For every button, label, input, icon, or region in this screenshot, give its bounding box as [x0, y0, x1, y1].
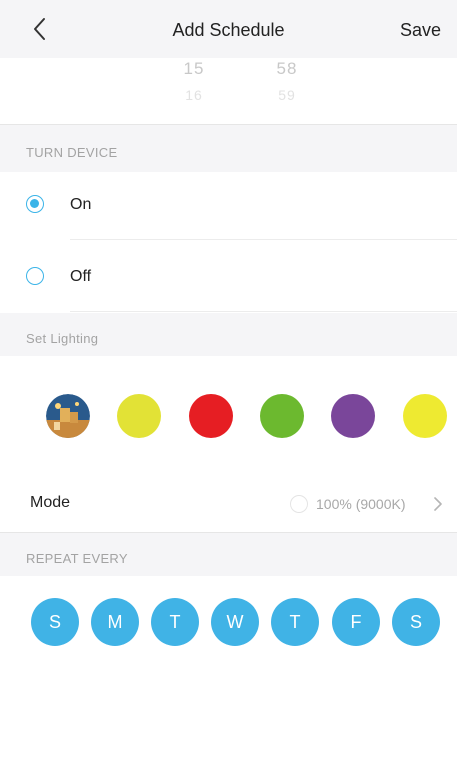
section-label: Set Lighting — [26, 331, 99, 346]
time-picker[interactable]: 15 16 58 59 — [0, 58, 457, 124]
repeat-every-section-header: REPEAT EVERY — [0, 533, 457, 576]
radio-label-off: Off — [70, 268, 92, 285]
color-swatch-row — [0, 356, 457, 474]
add-schedule-screen: Add Schedule Save 15 16 58 59 TURN DEVIC… — [0, 0, 457, 765]
minute-option[interactable]: 58 — [257, 58, 317, 84]
mode-row[interactable]: Mode 100% (9000K) — [0, 474, 457, 532]
radio-option-on[interactable]: On — [0, 172, 457, 240]
day-button-tuesday[interactable]: T — [151, 598, 199, 646]
day-button-saturday[interactable]: S — [392, 598, 440, 646]
day-button-thursday[interactable]: T — [271, 598, 319, 646]
color-swatch-yellow[interactable] — [117, 394, 161, 438]
color-swatch-purple[interactable] — [331, 394, 375, 438]
chevron-right-icon — [434, 497, 442, 511]
day-button-wednesday[interactable]: W — [211, 598, 259, 646]
day-button-friday[interactable]: F — [332, 598, 380, 646]
page-title: Add Schedule — [172, 20, 285, 40]
hour-wheel[interactable]: 15 16 — [164, 58, 224, 110]
row-divider — [70, 311, 457, 312]
section-label: REPEAT EVERY — [26, 551, 128, 566]
save-button[interactable]: Save — [400, 20, 441, 41]
mode-value: 100% (9000K) — [316, 496, 406, 512]
color-swatch-yellow-2[interactable] — [403, 394, 447, 438]
photo-scene-icon — [46, 394, 90, 438]
scene-photo-swatch[interactable] — [46, 394, 90, 438]
hour-option[interactable]: 15 — [164, 58, 224, 84]
radio-option-off[interactable]: Off — [0, 245, 457, 312]
minute-option[interactable]: 59 — [257, 84, 317, 110]
radio-dot — [30, 199, 39, 208]
turn-device-section-header: TURN DEVICE — [0, 125, 457, 172]
section-label: TURN DEVICE — [26, 145, 118, 160]
set-lighting-section-header: Set Lighting — [0, 313, 457, 356]
radio-button-selected[interactable] — [26, 195, 44, 213]
repeat-days: S M T W T F S — [0, 576, 457, 765]
color-swatch-green[interactable] — [260, 394, 304, 438]
mode-color-preview — [290, 495, 308, 513]
color-swatch-red[interactable] — [189, 394, 233, 438]
mode-label: Mode — [30, 494, 71, 511]
day-button-monday[interactable]: M — [91, 598, 139, 646]
day-button-sunday[interactable]: S — [31, 598, 79, 646]
minute-wheel[interactable]: 58 59 — [257, 58, 317, 110]
radio-button-unselected[interactable] — [26, 267, 44, 285]
row-divider — [70, 239, 457, 240]
nav-header: Add Schedule Save — [0, 0, 457, 58]
radio-label-on: On — [70, 196, 92, 213]
hour-option[interactable]: 16 — [164, 84, 224, 110]
